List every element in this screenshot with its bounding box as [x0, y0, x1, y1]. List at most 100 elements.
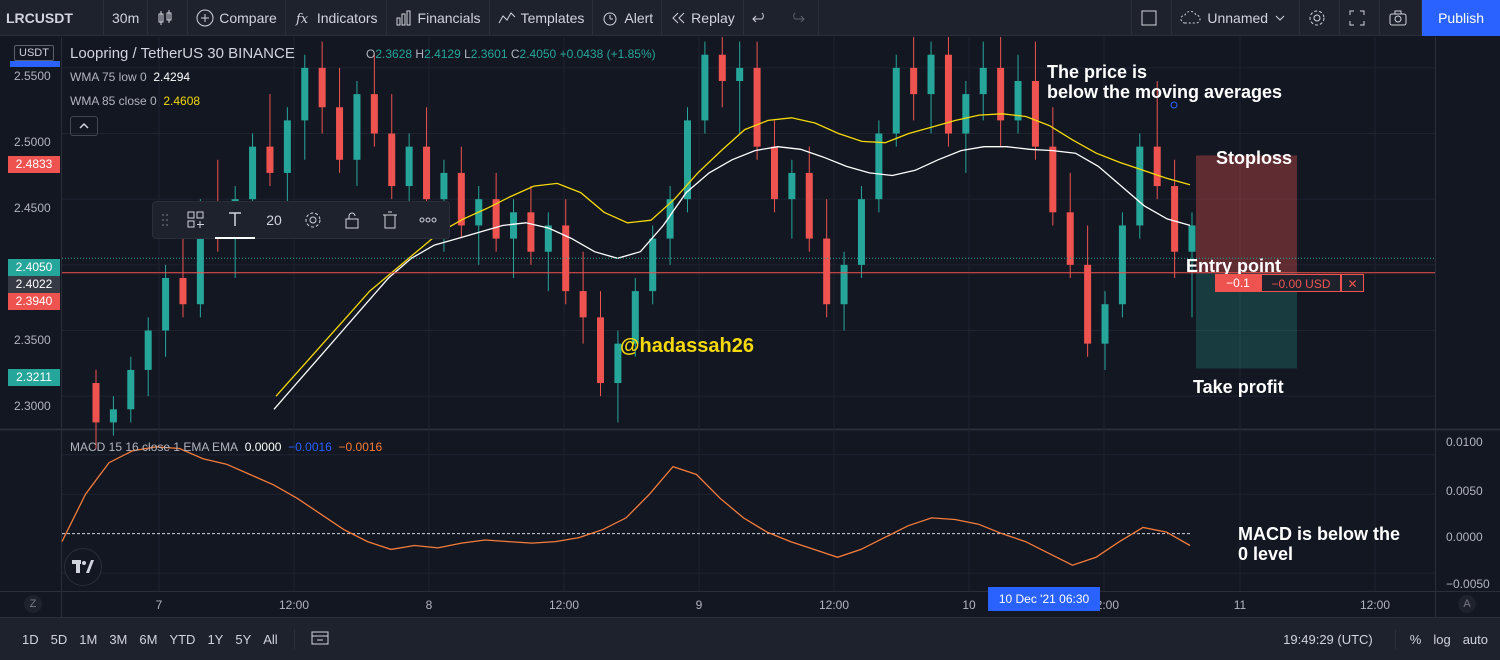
tradingview-logo[interactable] — [64, 548, 102, 586]
range-button[interactable]: 6M — [133, 632, 163, 647]
candle-body — [423, 146, 431, 200]
range-button[interactable]: 5Y — [229, 632, 257, 647]
snapshot-button[interactable] — [1380, 0, 1423, 36]
unlock-icon — [345, 212, 359, 229]
low-key: L — [464, 47, 471, 61]
auto-scale-toggle[interactable]: auto — [1457, 632, 1494, 647]
macd-legend[interactable]: MACD 15 16 close 1 EMA EMA 0.0000 −0.001… — [70, 440, 382, 454]
percent-scale-button[interactable]: % — [1404, 632, 1428, 647]
range-button[interactable]: 3M — [103, 632, 133, 647]
publish-button[interactable]: Publish — [1422, 0, 1500, 36]
candle-body — [1101, 304, 1109, 344]
add-template-button[interactable] — [177, 201, 215, 239]
utc-clock[interactable]: 19:49:29 (UTC) — [1277, 632, 1379, 647]
candle-body — [736, 67, 744, 81]
plus-circle-icon — [196, 9, 214, 26]
crosshair-price-label: 2.4022 — [8, 276, 60, 293]
candle-body — [1014, 80, 1022, 121]
drawing-settings-button[interactable] — [293, 201, 333, 239]
settings-button[interactable] — [1300, 0, 1341, 36]
candle-body — [1049, 146, 1057, 213]
symbol-search-button[interactable]: LRCUSDT — [0, 0, 104, 36]
candle-body — [1066, 212, 1074, 265]
annotation-price-below[interactable]: The price is below the moving averages — [1047, 62, 1282, 102]
candle-body — [266, 146, 274, 173]
range-button[interactable]: 5D — [45, 632, 74, 647]
candle-body — [753, 67, 761, 147]
price-tick: 2.3000 — [14, 399, 51, 413]
annotation-entry-point[interactable]: Entry point — [1186, 256, 1281, 276]
candle-body — [962, 94, 970, 134]
candle-body — [457, 172, 465, 226]
time-tick: 8 — [425, 598, 433, 612]
layout-select-button[interactable] — [1131, 0, 1173, 36]
time-axis[interactable]: 7 12:00 8 12:00 9 12:00 10 12:00 11 12:0… — [0, 591, 1500, 617]
undo-button[interactable] — [744, 0, 781, 36]
compare-button[interactable]: Compare — [188, 0, 286, 36]
annotation-take-profit[interactable]: Take profit — [1193, 377, 1284, 397]
save-layout-button[interactable]: Unnamed — [1172, 0, 1301, 36]
range-button[interactable]: 1D — [16, 632, 45, 647]
candle-body — [249, 146, 257, 200]
annotation-stoploss[interactable]: Stoploss — [1216, 148, 1292, 168]
zoom-reset-button[interactable]: Z — [24, 595, 42, 613]
annotation-line: MACD is below the — [1238, 524, 1401, 544]
time-tick: 12:00 — [548, 598, 580, 612]
candle-body — [1136, 146, 1144, 226]
candle-body — [301, 67, 309, 121]
candle-body — [1031, 80, 1039, 147]
close-key: C — [510, 47, 520, 61]
templates-button[interactable]: Templates — [490, 0, 594, 36]
financials-button[interactable]: Financials — [387, 0, 490, 36]
chart-type-button[interactable] — [148, 0, 189, 36]
chevron-up-icon — [79, 122, 89, 129]
undo-icon — [752, 12, 764, 22]
redo-button[interactable] — [781, 0, 819, 36]
candle-body — [1153, 146, 1161, 187]
wma85-legend[interactable]: WMA 85 close 0 2.4608 — [70, 94, 200, 108]
range-button[interactable]: YTD — [163, 632, 201, 647]
candle-body — [597, 317, 605, 384]
log-scale-button[interactable]: log — [1427, 632, 1456, 647]
symbol-label: LRCUSDT — [6, 9, 73, 26]
candle-body — [875, 133, 883, 200]
range-button[interactable]: 1M — [73, 632, 103, 647]
interval-button[interactable]: 30m — [104, 0, 149, 36]
author-watermark: @hadassah26 — [620, 335, 755, 357]
takeprofit-price-label: 2.3211 — [8, 369, 60, 386]
macd-tick: 0.0100 — [1446, 435, 1483, 449]
low-value: 2.3601 — [470, 47, 508, 61]
candle-body — [440, 172, 448, 200]
price-tick: 2.5000 — [14, 135, 51, 149]
candle-body — [770, 146, 778, 200]
symbol-title[interactable]: Loopring / TetherUS 30 BINANCE — [70, 45, 295, 62]
lock-button[interactable] — [333, 201, 371, 239]
more-button[interactable] — [409, 201, 447, 239]
crosshair-time-label: 10 Dec '21 06:30 — [988, 587, 1100, 611]
currency-badge[interactable]: USDT — [14, 45, 54, 61]
close-position-button[interactable]: ✕ — [1341, 274, 1364, 292]
time-tick: 12:00 — [1359, 598, 1391, 612]
candle-body — [144, 330, 152, 370]
alert-button[interactable]: Alert — [593, 0, 663, 36]
drawing-toolbar[interactable]: 20 — [152, 201, 450, 239]
chart-area[interactable]: USDT 2.5500 2.5000 2.4500 2.3500 2.3000 … — [0, 37, 1500, 660]
candle-body — [649, 238, 657, 292]
annotation-macd[interactable]: MACD is below the 0 level — [1238, 524, 1400, 564]
drag-handle[interactable] — [153, 201, 177, 239]
font-size-button[interactable]: 20 — [255, 201, 293, 239]
fullscreen-button[interactable] — [1340, 0, 1381, 36]
position-quantity[interactable]: −0.1 — [1215, 274, 1261, 292]
collapse-legend-button[interactable] — [70, 116, 98, 136]
text-style-button[interactable] — [215, 201, 255, 239]
range-button[interactable]: All — [257, 632, 283, 647]
replay-button[interactable]: Replay — [662, 0, 744, 36]
auto-scale-button[interactable]: A — [1458, 595, 1476, 613]
go-to-date-button[interactable] — [305, 630, 335, 649]
wma75-legend[interactable]: WMA 75 low 0 2.4294 — [70, 70, 190, 84]
candle-body — [162, 277, 170, 331]
indicators-button[interactable]: fx Indicators — [286, 0, 387, 36]
range-button[interactable]: 1Y — [201, 632, 229, 647]
layout-name: Unnamed — [1207, 9, 1269, 26]
delete-button[interactable] — [371, 201, 409, 239]
